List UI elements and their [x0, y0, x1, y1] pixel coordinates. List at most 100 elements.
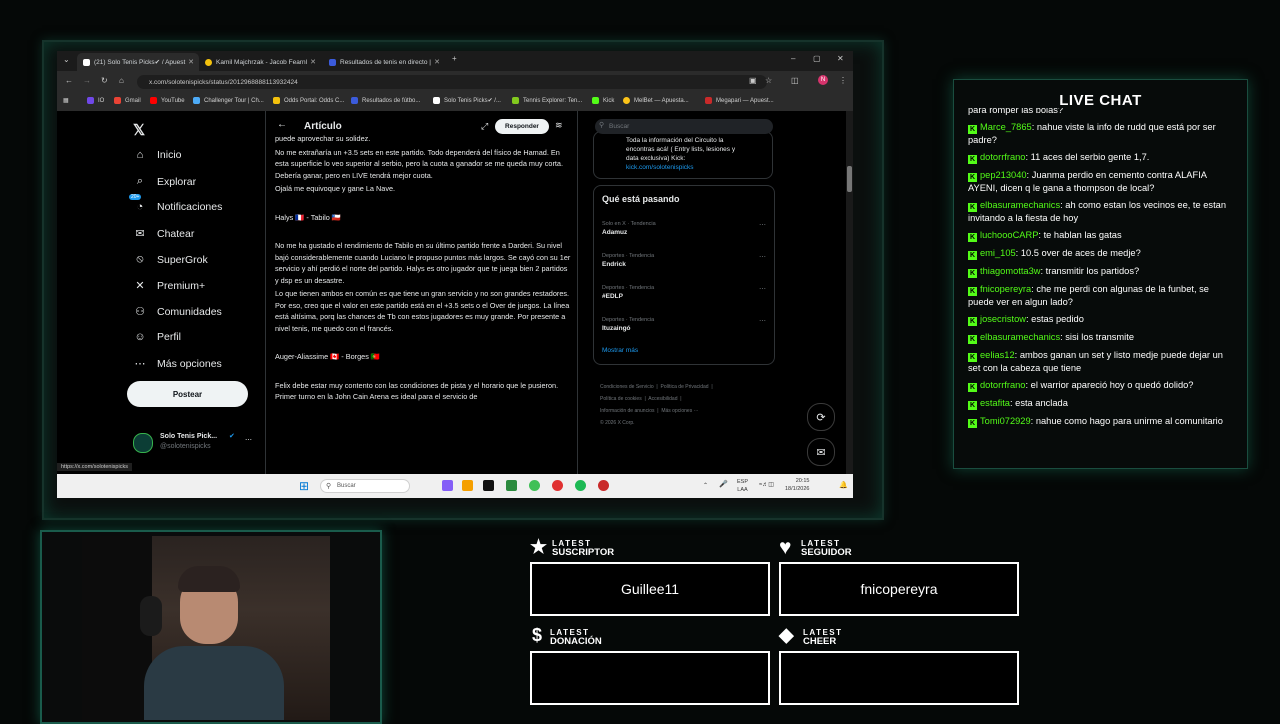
bookmark-kick[interactable]: Kick — [592, 97, 614, 104]
more-icon[interactable]: ⋯ — [759, 317, 766, 325]
bookmark-oddsportal[interactable]: Odds Portal: Odds C... — [273, 97, 344, 104]
back-icon[interactable]: ← — [65, 76, 73, 85]
language-indicator[interactable]: ESP LAA — [737, 478, 748, 494]
new-tab-button[interactable]: + — [452, 54, 457, 63]
footer-link[interactable]: Política de cookies — [600, 396, 642, 402]
chat-message-fragment: para romper las bolas? — [968, 108, 1064, 115]
extensions-icon[interactable]: ◫ — [791, 76, 799, 85]
tiktok-icon[interactable] — [483, 480, 494, 491]
more-icon[interactable]: ⋯ — [759, 253, 766, 261]
forward-icon[interactable]: → — [83, 76, 91, 85]
taskbar-search[interactable]: ⚲ Buscar — [320, 479, 410, 493]
show-more-link[interactable]: Mostrar más — [602, 347, 638, 354]
promo-card: Toda la información del Circuito la enco… — [593, 131, 773, 179]
back-arrow-icon[interactable]: ← — [277, 119, 287, 130]
grok-button[interactable]: ⟳ — [807, 403, 835, 431]
clock[interactable]: 20:15 18/1/2026 — [785, 477, 809, 493]
footer-link[interactable]: Accesibilidad — [648, 396, 677, 402]
footer-link[interactable]: Información de anuncios — [600, 408, 654, 414]
address-bar[interactable]: x.com/solotenispicks/status/201296888811… — [137, 75, 767, 89]
post-button[interactable]: Postear — [127, 381, 248, 407]
more-icon[interactable]: ⋯ — [759, 285, 766, 293]
chrome-icon[interactable] — [552, 480, 563, 491]
excel-icon[interactable] — [506, 480, 517, 491]
bookmark-megapari[interactable]: Megapari — Apuest... — [705, 97, 774, 104]
close-icon[interactable]: ✕ — [310, 58, 316, 66]
spotify-icon[interactable] — [575, 480, 586, 491]
copilot-icon[interactable] — [442, 480, 453, 491]
footer-link[interactable]: Más opciones ··· — [661, 408, 698, 414]
bookmark-melbet[interactable]: MelBet — Apuesta... — [623, 97, 689, 104]
promo-link[interactable]: kick.com/solotenispicks — [626, 163, 764, 172]
close-icon[interactable]: ✕ — [434, 58, 440, 66]
home-icon[interactable]: ⌂ — [119, 76, 124, 85]
webcam-feed — [82, 536, 330, 720]
minimize-button[interactable]: – — [791, 54, 795, 63]
chat-username: pep213040 — [980, 170, 1027, 180]
nav-chatear[interactable]: ✉ Chatear — [133, 227, 194, 241]
apps-icon[interactable]: ▦ — [63, 97, 69, 104]
tab-search-icon[interactable]: ⌄ — [63, 55, 70, 64]
scroll-thumb[interactable] — [847, 166, 852, 192]
bookmark-tennisexplorer[interactable]: Tennis Explorer: Ten... — [512, 97, 582, 104]
footer-links: Condiciones de Servicio | Política de Pr… — [600, 384, 713, 426]
bookmark-star-icon[interactable]: ☆ — [765, 76, 772, 85]
bookmark-favicon-icon — [512, 97, 519, 104]
tab-resultados[interactable]: Resultados de tenis en directo | ✕ — [323, 53, 445, 71]
footer-link[interactable]: Política de Privacidad — [661, 384, 709, 390]
search-input[interactable]: ⚲ Buscar — [595, 119, 773, 134]
nav-perfil[interactable]: ☺ Perfil — [133, 331, 181, 343]
chat-username: dotorrfrano — [980, 152, 1026, 162]
nav-comunidades[interactable]: ⚇ Comunidades — [133, 305, 222, 319]
bookmark-youtube[interactable]: YouTube — [150, 97, 185, 104]
scrollbar[interactable] — [846, 111, 853, 474]
nav-supergrok[interactable]: ⦸ SuperGrok — [133, 253, 207, 266]
install-icon[interactable]: ▣ — [749, 76, 757, 85]
windows-start-icon[interactable]: ⊞ — [299, 479, 309, 493]
nav-explorar[interactable]: ⌕ Explorar — [133, 175, 196, 188]
tab-label: Resultados de tenis en directo | — [340, 58, 431, 66]
trend-item[interactable]: Deportes · Tendencia Endrick ⋯ — [602, 253, 766, 268]
expand-icon[interactable]: ⤢ — [481, 121, 488, 132]
wifi-icon[interactable]: ≈♬◫ — [759, 481, 774, 488]
more-icon[interactable]: ⋯ — [759, 221, 766, 229]
nav-mas-opciones[interactable]: ⋯ Más opciones — [133, 357, 222, 371]
x-logo-icon[interactable]: 𝕏 — [133, 121, 145, 139]
notification-icon[interactable]: 🔔 — [839, 481, 848, 489]
trend-item[interactable]: Solo en X · Tendencia Adamuz ⋯ — [602, 221, 766, 236]
mail-icon: ✉ — [135, 228, 145, 240]
maximize-button[interactable]: ▢ — [813, 54, 821, 63]
obs-icon[interactable] — [598, 480, 609, 491]
nav-premium[interactable]: ✕ Premium+ — [133, 279, 205, 293]
close-window-button[interactable]: ✕ — [837, 54, 844, 63]
tab-kamil[interactable]: Kamil Majchrzak - Jacob Fearnl ✕ — [199, 53, 321, 71]
search-icon: ⚲ — [326, 483, 332, 490]
nav-inicio[interactable]: ⌂ Inicio — [133, 149, 182, 161]
tray-chevron-icon[interactable]: ⌃ — [703, 482, 708, 489]
bookmark-challenger[interactable]: Challenger Tour | Ch... — [193, 97, 264, 104]
bookmark-io[interactable]: IO — [87, 97, 104, 104]
tab-solo-tenis[interactable]: (21) Solo Tenis Picks✔ / Apuest ✕ — [77, 53, 199, 71]
trend-item[interactable]: Deportes · Tendencia Ituzaingó ⋯ — [602, 317, 766, 332]
footer-link[interactable]: Condiciones de Servicio — [600, 384, 654, 390]
reply-button[interactable]: Responder — [495, 119, 549, 134]
mic-icon[interactable]: 🎤 — [719, 480, 728, 488]
bookmark-resultados[interactable]: Resultados de fútbo... — [351, 97, 420, 104]
messages-button[interactable]: ✉ — [807, 438, 835, 466]
menu-icon[interactable]: ⋮ — [839, 76, 847, 85]
search-icon: ⚲ — [599, 122, 605, 129]
settings-sliders-icon[interactable]: ≋ — [555, 120, 563, 131]
profile-avatar[interactable]: N — [818, 75, 828, 85]
bookmark-gmail[interactable]: Gmail — [114, 97, 141, 104]
trend-item[interactable]: Deportes · Tendencia #EDLP ⋯ — [602, 285, 766, 300]
nav-notificaciones[interactable]: ◔ 20+ Notificaciones — [129, 194, 222, 213]
kick-icon — [592, 97, 599, 104]
chat-username: josecristow — [980, 314, 1026, 324]
file-explorer-icon[interactable] — [462, 480, 473, 491]
article-paragraph: Felix debe estar muy contento con las co… — [275, 380, 559, 402]
whatsapp-icon[interactable] — [529, 480, 540, 491]
bookmark-solotenis[interactable]: Solo Tenis Picks✔ /... — [433, 97, 501, 104]
reload-icon[interactable]: ↻ — [101, 76, 108, 85]
gmail-icon — [114, 97, 121, 104]
close-icon[interactable]: ✕ — [188, 58, 194, 66]
